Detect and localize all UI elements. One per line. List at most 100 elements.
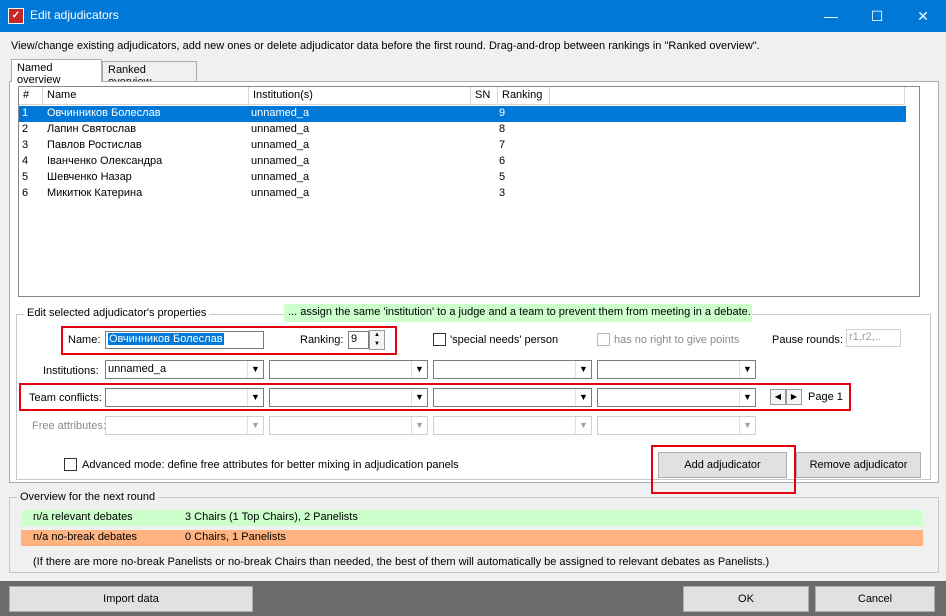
column-header-filler — [550, 87, 905, 105]
window-title: Edit adjudicators — [30, 8, 119, 22]
intro-text: View/change existing adjudicators, add n… — [11, 40, 760, 52]
chevron-down-icon: ▼ — [247, 389, 263, 406]
chevron-down-icon: ▼ — [411, 361, 427, 378]
nobreak-value: 0 Chairs, 1 Panelists — [185, 531, 286, 543]
chevron-down-icon: ▼ — [411, 389, 427, 406]
overview-relevant-row: n/a relevant debates 3 Chairs (1 Top Cha… — [21, 510, 923, 526]
institutions-label: Institutions: — [43, 365, 99, 377]
tab-named-overview[interactable]: Named overview — [11, 59, 102, 86]
title-bar: ✓ Edit adjudicators — ☐ ✕ — [0, 0, 946, 32]
team-conflict-select-1[interactable]: ▼ — [105, 388, 264, 407]
row-number: 5 — [22, 171, 29, 183]
no-right-label: has no right to give points — [614, 334, 740, 346]
row-ranking: 9 — [499, 107, 506, 119]
table-row[interactable]: 6 Микитюк Катерина unnamed_a 3 — [19, 186, 906, 202]
table-row[interactable]: 4 Іванченко Олександра unnamed_a 6 — [19, 154, 906, 170]
ranking-spinner[interactable]: ▲ ▼ — [369, 330, 385, 350]
close-button[interactable]: ✕ — [900, 0, 946, 32]
row-ranking: 3 — [499, 187, 506, 199]
overview-title: Overview for the next round — [17, 491, 159, 503]
chevron-down-icon: ▼ — [247, 417, 263, 434]
row-number: 2 — [22, 123, 29, 135]
row-institution: unnamed_a — [251, 139, 310, 151]
app-icon: ✓ — [8, 8, 24, 24]
advanced-mode-label: Advanced mode: define free attributes fo… — [82, 459, 459, 471]
institution-select-2[interactable]: ▼ — [269, 360, 428, 379]
row-name: Лапин Святослав — [47, 123, 137, 135]
row-ranking: 8 — [499, 123, 506, 135]
page-next-icon[interactable]: ▶ — [786, 389, 802, 405]
import-data-button[interactable]: Import data — [9, 586, 253, 612]
row-name: Павлов Ростислав — [47, 139, 142, 151]
row-name: Микитюк Катерина — [47, 187, 143, 199]
free-attributes-label: Free attributes: — [32, 420, 106, 432]
row-ranking: 6 — [499, 155, 506, 167]
row-number: 6 — [22, 187, 29, 199]
overview-nobreak-row: n/a no-break debates 0 Chairs, 1 Panelis… — [21, 530, 923, 546]
institution-value: unnamed_a — [108, 363, 167, 375]
free-attribute-select-3[interactable]: ▼ — [433, 416, 592, 435]
free-attribute-select-1[interactable]: ▼ — [105, 416, 264, 435]
column-header-ranking[interactable]: Ranking — [498, 87, 550, 105]
page-label: Page 1 — [808, 391, 843, 403]
ranking-label: Ranking: — [300, 334, 344, 346]
maximize-button[interactable]: ☐ — [854, 0, 900, 32]
institution-select-3[interactable]: ▼ — [433, 360, 592, 379]
properties-group-title: Edit selected adjudicator's properties — [24, 307, 210, 319]
ok-button[interactable]: OK — [683, 586, 809, 612]
name-label: Name: — [68, 334, 101, 346]
cancel-button[interactable]: Cancel — [815, 586, 935, 612]
team-conflict-select-3[interactable]: ▼ — [433, 388, 592, 407]
adjudicator-table[interactable]: # Name Institution(s) SN Ranking 1 Овчин… — [18, 86, 920, 297]
table-row[interactable]: 5 Шевченко Назар unnamed_a 5 — [19, 170, 906, 186]
free-attribute-select-4[interactable]: ▼ — [597, 416, 756, 435]
spin-up-icon[interactable]: ▲ — [370, 331, 384, 340]
team-conflict-select-4[interactable]: ▼ — [597, 388, 756, 407]
row-name: Шевченко Назар — [47, 171, 132, 183]
chevron-down-icon: ▼ — [739, 361, 755, 378]
free-attribute-select-2[interactable]: ▼ — [269, 416, 428, 435]
row-institution: unnamed_a — [251, 187, 310, 199]
pause-rounds-label: Pause rounds: — [772, 334, 843, 346]
column-header-institutions[interactable]: Institution(s) — [249, 87, 471, 105]
table-row[interactable]: 3 Павлов Ростислав unnamed_a 7 — [19, 138, 906, 154]
special-needs-checkbox[interactable] — [433, 333, 446, 346]
spin-down-icon[interactable]: ▼ — [370, 340, 384, 349]
relevant-label: n/a relevant debates — [33, 511, 133, 523]
overview-note: (If there are more no-break Panelists or… — [33, 556, 770, 568]
remove-adjudicator-button[interactable]: Remove adjudicator — [796, 452, 921, 478]
row-ranking: 5 — [499, 171, 506, 183]
team-conflict-select-2[interactable]: ▼ — [269, 388, 428, 407]
nobreak-label: n/a no-break debates — [33, 531, 137, 543]
institution-select-4[interactable]: ▼ — [597, 360, 756, 379]
institution-hint: ... assign the same 'institution' to a j… — [284, 304, 752, 322]
row-institution: unnamed_a — [251, 123, 310, 135]
add-adjudicator-button[interactable]: Add adjudicator — [658, 452, 787, 478]
table-row[interactable]: 2 Лапин Святослав unnamed_a 8 — [19, 122, 906, 138]
page-prev-icon[interactable]: ◀ — [770, 389, 786, 405]
minimize-button[interactable]: — — [808, 0, 854, 32]
tab-ranked-overview[interactable]: Ranked overview — [102, 61, 197, 88]
row-institution: unnamed_a — [251, 155, 310, 167]
column-header-name[interactable]: Name — [43, 87, 249, 105]
team-conflicts-label: Team conflicts: — [29, 392, 102, 404]
row-ranking: 7 — [499, 139, 506, 151]
chevron-down-icon: ▼ — [575, 361, 591, 378]
chevron-down-icon: ▼ — [575, 417, 591, 434]
pause-rounds-field[interactable]: r1,r2,.. — [846, 329, 901, 347]
chevron-down-icon: ▼ — [739, 389, 755, 406]
row-number: 4 — [22, 155, 29, 167]
advanced-mode-checkbox[interactable] — [64, 458, 77, 471]
row-name: Іванченко Олександра — [47, 155, 163, 167]
row-number: 3 — [22, 139, 29, 151]
column-header-sn[interactable]: SN — [471, 87, 498, 105]
table-row[interactable]: 1 Овчинников Болеслав unnamed_a 9 — [19, 106, 906, 122]
chevron-down-icon: ▼ — [739, 417, 755, 434]
ranking-field[interactable]: 9 — [348, 331, 369, 349]
name-field[interactable]: Овчинников Болеслав — [105, 331, 264, 349]
column-header-number[interactable]: # — [19, 87, 43, 105]
row-name: Овчинников Болеслав — [47, 107, 161, 119]
no-right-checkbox[interactable] — [597, 333, 610, 346]
institution-select-1[interactable]: unnamed_a ▼ — [105, 360, 264, 379]
special-needs-label: 'special needs' person — [450, 334, 559, 346]
